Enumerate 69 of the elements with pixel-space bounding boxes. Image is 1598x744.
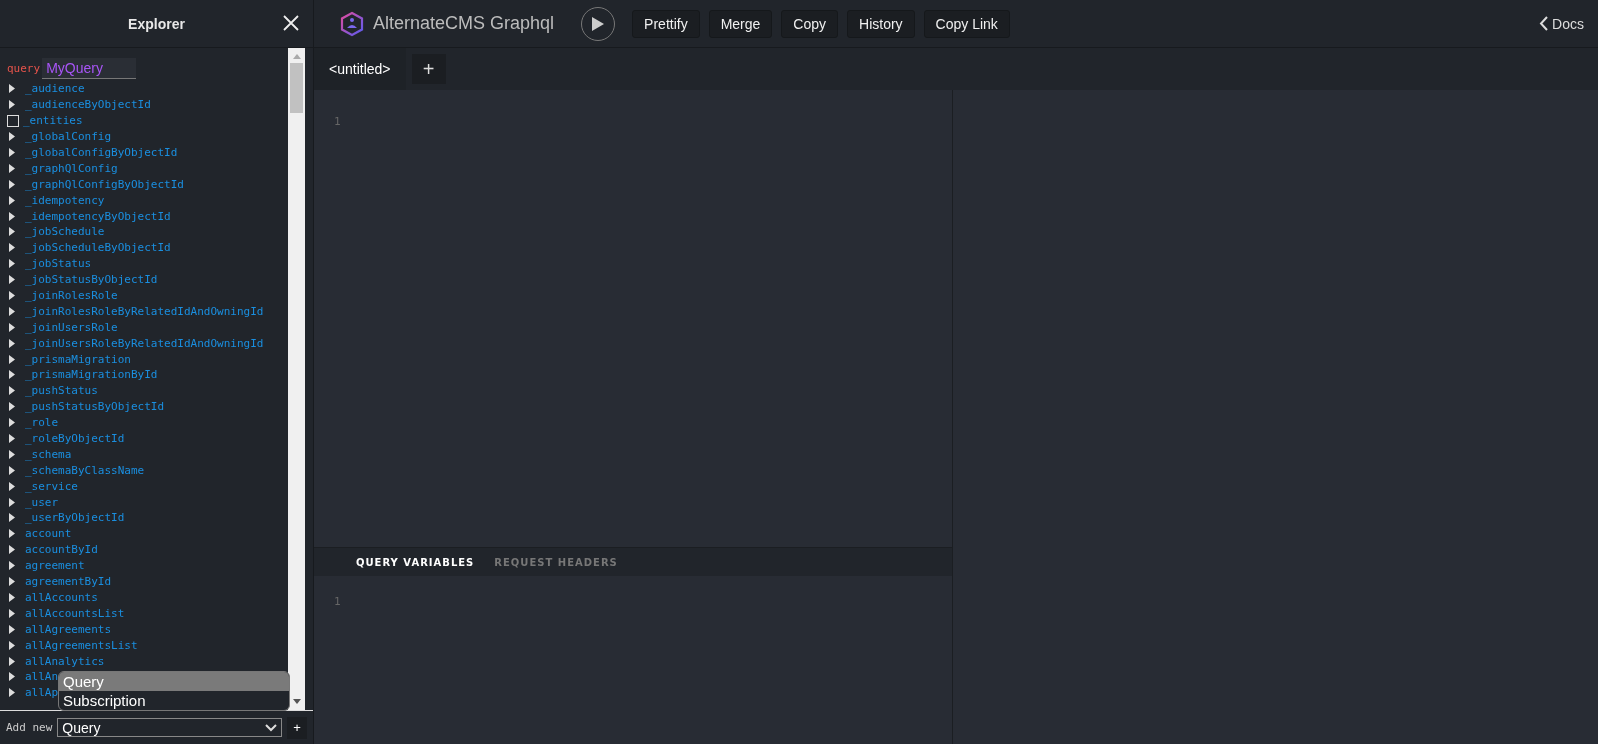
field-name[interactable]: agreementById (25, 575, 112, 589)
add-operation-button[interactable]: + (287, 716, 307, 739)
logo-icon (340, 10, 364, 37)
toolbar-button[interactable]: History (847, 9, 915, 38)
chevron-down-icon (265, 723, 278, 732)
field-name[interactable]: _joinUsersRole (25, 320, 118, 334)
chevron-left-icon (1539, 16, 1549, 31)
field-name[interactable]: _role (25, 416, 59, 430)
line-number: 1 (334, 595, 341, 608)
field-name[interactable]: _joinRolesRoleByRelatedIdAndOwningId (25, 304, 264, 318)
scroll-down-icon[interactable] (292, 699, 301, 704)
field-name[interactable]: allAgreements (25, 622, 112, 636)
field-name[interactable]: _globalConfig (25, 130, 112, 144)
field-name[interactable]: _prismaMigration (25, 352, 131, 366)
field-name[interactable]: _pushStatusByObjectId (25, 400, 165, 414)
variables-tab[interactable]: REQUEST HEADERS (494, 556, 618, 568)
field-name[interactable]: allAn (25, 670, 59, 684)
field-name[interactable]: allAp (25, 686, 59, 700)
field-name[interactable]: _pushStatus (25, 384, 98, 398)
field-name[interactable]: _jobStatus (25, 257, 92, 271)
field-name[interactable]: _idempotencyByObjectId (25, 209, 171, 223)
field-name[interactable]: allAccountsList (25, 606, 125, 620)
add-tab-button[interactable]: + (411, 54, 446, 84)
variables-tab[interactable]: QUERY VARIABLES (356, 556, 475, 568)
field-name[interactable]: allAnalytics (25, 654, 105, 668)
field-name[interactable]: _audienceByObjectId (25, 98, 151, 112)
close-button[interactable] (281, 13, 301, 33)
app-title: AlternateCMS Graphql (373, 13, 555, 34)
dropdown-option[interactable]: Query (59, 672, 289, 691)
field-name[interactable]: _jobScheduleByObjectId (25, 241, 171, 255)
field-name[interactable]: _audience (25, 82, 85, 96)
dropdown-option[interactable]: Subscription (59, 691, 289, 710)
editor-tab[interactable]: <untitled> (314, 48, 406, 90)
toolbar-button[interactable]: Copy Link (923, 9, 1010, 38)
add-new-label: Add new (6, 721, 53, 734)
toolbar-button[interactable]: Copy (781, 9, 839, 38)
toolbar-button[interactable]: Merge (708, 9, 773, 38)
field-name[interactable]: _prismaMigrationById (25, 368, 158, 382)
checkbox[interactable] (7, 114, 19, 127)
explorer-title: Explorer (128, 15, 185, 32)
field-name[interactable]: _schema (25, 447, 72, 461)
scrollbar-thumb[interactable] (290, 63, 303, 113)
field-name[interactable]: allAgreementsList (25, 638, 138, 652)
toolbar-button[interactable]: Prettify (632, 9, 700, 38)
field-name[interactable]: _globalConfigByObjectId (25, 146, 178, 159)
field-name[interactable]: _service (25, 479, 78, 493)
field-name[interactable]: _jobStatusByObjectId (25, 273, 158, 287)
field-name[interactable]: _userByObjectId (25, 511, 125, 525)
play-icon (591, 15, 606, 32)
field-name[interactable]: _jobSchedule (25, 225, 105, 239)
field-name[interactable]: _schemaByClassName (25, 463, 145, 477)
field-name[interactable]: _graphQlConfig (25, 161, 118, 175)
operation-keyword: query (7, 61, 41, 75)
field-name[interactable]: allAccounts (25, 590, 98, 604)
scrollbar[interactable] (288, 48, 305, 710)
field-name[interactable]: _joinUsersRoleByRelatedIdAndOwningId (25, 336, 264, 350)
field-name[interactable]: account (25, 527, 72, 541)
line-number: 1 (334, 115, 341, 128)
field-name[interactable]: _roleByObjectId (25, 432, 125, 446)
operation-name-field[interactable]: MyQuery (42, 57, 137, 79)
field-name[interactable]: _joinRolesRole (25, 289, 118, 302)
field-name[interactable]: _user (25, 495, 59, 509)
field-name[interactable]: accountById (25, 543, 98, 557)
field-name[interactable]: _idempotency (25, 193, 105, 207)
field-name[interactable]: _graphQlConfigByObjectId (25, 177, 184, 191)
operation-type-select[interactable]: Query (57, 718, 283, 737)
field-name[interactable]: _entities (23, 114, 83, 128)
docs-button[interactable]: Docs (1539, 15, 1584, 32)
field-name[interactable]: agreement (25, 559, 85, 573)
